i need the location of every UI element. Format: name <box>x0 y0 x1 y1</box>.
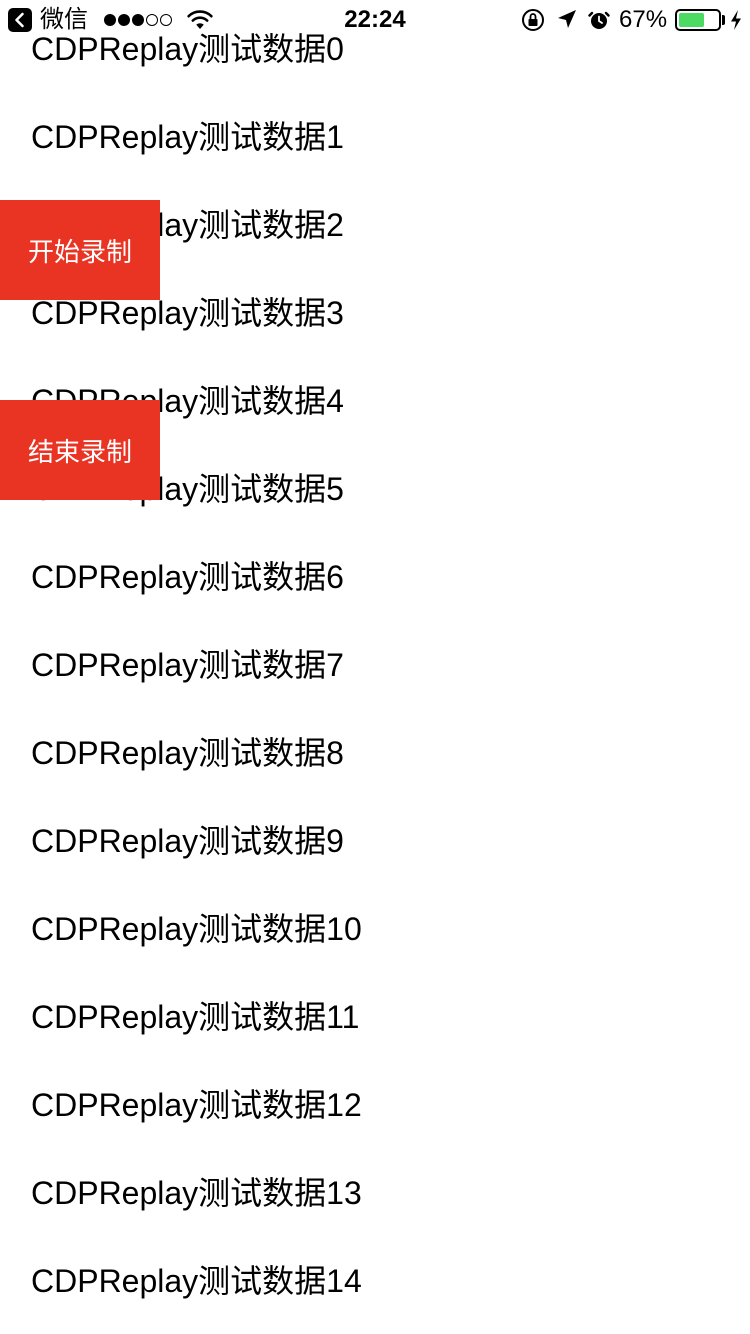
list-item[interactable]: CDPReplay测试数据6 <box>0 531 750 619</box>
list-item[interactable]: CDPReplay测试数据14 <box>0 1235 750 1323</box>
orientation-lock-icon <box>522 9 544 31</box>
status-icons <box>520 7 610 33</box>
battery-nub <box>722 15 725 25</box>
alarm-icon <box>588 11 610 29</box>
location-arrow-icon <box>558 10 576 28</box>
status-bar: 微信 22:24 67% <box>0 0 750 40</box>
battery-fill <box>679 13 705 27</box>
list-item[interactable]: CDPReplay测试数据11 <box>0 971 750 1059</box>
list-item[interactable]: CDPReplay测试数据12 <box>0 1059 750 1147</box>
battery-percent: 67% <box>619 6 668 33</box>
list-item[interactable]: CDPReplay测试数据7 <box>0 619 750 707</box>
list-item[interactable]: CDPReplay测试数据13 <box>0 1147 750 1235</box>
charging-bolt-icon <box>729 9 743 38</box>
list-item[interactable]: CDPReplay测试数据1 <box>0 91 750 179</box>
list-item[interactable]: CDPReplay测试数据10 <box>0 883 750 971</box>
list-item[interactable]: CDPReplay测试数据9 <box>0 795 750 883</box>
screen: CDPReplay测试数据0 CDPReplay测试数据1 CDPReplay测… <box>0 0 750 1334</box>
stop-recording-button[interactable]: 结束录制 <box>0 400 160 500</box>
start-recording-button[interactable]: 开始录制 <box>0 200 160 300</box>
battery-icon <box>675 9 721 31</box>
list-item[interactable]: CDPReplay测试数据8 <box>0 707 750 795</box>
